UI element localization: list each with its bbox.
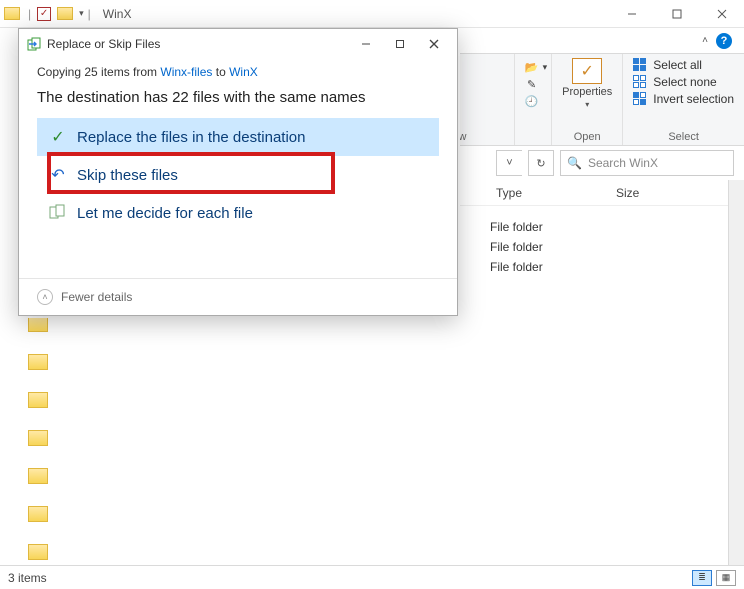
invert-selection-icon [633,92,647,106]
close-button[interactable] [699,0,744,28]
separator: | [28,7,31,21]
search-icon: 🔍 [567,156,582,170]
address-dropdown-button[interactable]: ˅ [496,150,522,176]
row-type: File folder [490,240,543,254]
file-type-column-values: File folder File folder File folder [490,220,543,274]
open-extra-icons: 📂▾ ✎ 🕘 [525,60,548,108]
properties-button[interactable]: ✓ Properties ▾ [562,58,612,109]
select-none-button[interactable]: Select none [633,75,734,89]
conflict-headline: The destination has 22 files with the sa… [37,89,439,106]
select-all-label: Select all [653,58,702,72]
select-group: Select all Select none Invert selection … [622,54,744,145]
fewer-details-link[interactable]: Fewer details [61,290,132,304]
select-none-label: Select none [653,75,716,89]
option-replace[interactable]: ✓ Replace the files in the destination [37,118,439,156]
column-size[interactable]: Size [610,186,730,200]
open-group-label: Open [574,131,601,143]
edit-icon[interactable]: ✎ [525,77,539,91]
nav-tree-thumbs [28,316,48,565]
folder-icon[interactable] [28,316,48,332]
separator: | [88,7,91,21]
dialog-body: Copying 25 items from Winx-files to WinX… [19,59,457,240]
invert-selection-label: Invert selection [653,92,734,106]
folder-icon[interactable] [28,506,48,522]
item-count: 3 items [8,571,47,585]
column-type[interactable]: Type [490,186,610,200]
select-none-icon [633,75,647,89]
dialog-close-button[interactable] [417,32,451,56]
destination-link[interactable]: WinX [229,65,258,79]
folder-icon [4,7,20,20]
copying-line: Copying 25 items from Winx-files to WinX [37,65,439,79]
explorer-titlebar: | ✓ ▾ | WinX [0,0,744,28]
properties-label: Properties [562,86,612,98]
dialog-maximize-button[interactable] [383,32,417,56]
chevron-up-icon[interactable]: ˄ [37,289,53,305]
qat-properties-icon[interactable]: ✓ [37,7,51,21]
help-icon[interactable]: ? [716,33,732,49]
replace-or-skip-dialog: Replace or Skip Files Copying 25 items f… [18,28,458,316]
select-all-button[interactable]: Select all [633,58,734,72]
select-all-icon [633,58,647,72]
option-skip[interactable]: ↶ Skip these files [37,156,439,194]
collapse-ribbon-icon[interactable]: ˄ [702,35,708,46]
source-link[interactable]: Winx-files [160,65,212,79]
folder-icon[interactable] [28,468,48,484]
option-decide[interactable]: Let me decide for each file [37,194,439,232]
option-replace-label: Replace the files in the destination [77,129,305,146]
status-bar: 3 items ≣ ▦ [0,565,744,589]
dialog-titlebar: Replace or Skip Files [19,29,457,59]
select-group-label: Select [668,131,699,143]
window-title: WinX [103,7,132,21]
copy-prefix: Copying 25 items from [37,65,160,79]
dialog-title: Replace or Skip Files [47,37,160,51]
qat-dropdown-icon[interactable]: ▾ [79,8,84,19]
open-icon[interactable]: 📂 [525,60,539,74]
option-skip-label: Skip these files [77,167,178,184]
check-icon: ✓ [49,128,67,146]
copy-icon [27,37,41,51]
open-group: ✓ Properties ▾ Open [551,54,622,145]
dialog-footer: ˄ Fewer details [19,278,457,315]
search-placeholder: Search WinX [588,156,658,170]
maximize-button[interactable] [654,0,699,28]
details-view-button[interactable]: ≣ [692,570,712,586]
dropdown-icon[interactable]: ▾ [585,100,589,109]
vertical-scrollbar[interactable] [728,180,744,565]
dialog-minimize-button[interactable] [349,32,383,56]
large-icons-view-button[interactable]: ▦ [716,570,736,586]
minimize-button[interactable] [609,0,654,28]
compare-icon [49,204,67,222]
invert-selection-button[interactable]: Invert selection [633,92,734,106]
skip-icon: ↶ [49,166,67,184]
to-word: to [212,65,229,79]
properties-icon: ✓ [572,58,602,84]
folder-icon [57,7,73,20]
row-type: File folder [490,260,543,274]
option-decide-label: Let me decide for each file [77,205,253,222]
folder-icon[interactable] [28,544,48,560]
search-input[interactable]: 🔍 Search WinX [560,150,734,176]
folder-icon[interactable] [28,430,48,446]
history-icon[interactable]: 🕘 [525,94,539,108]
refresh-button[interactable]: ↻ [528,150,554,176]
folder-icon[interactable] [28,392,48,408]
row-type: File folder [490,220,543,234]
folder-icon[interactable] [28,354,48,370]
